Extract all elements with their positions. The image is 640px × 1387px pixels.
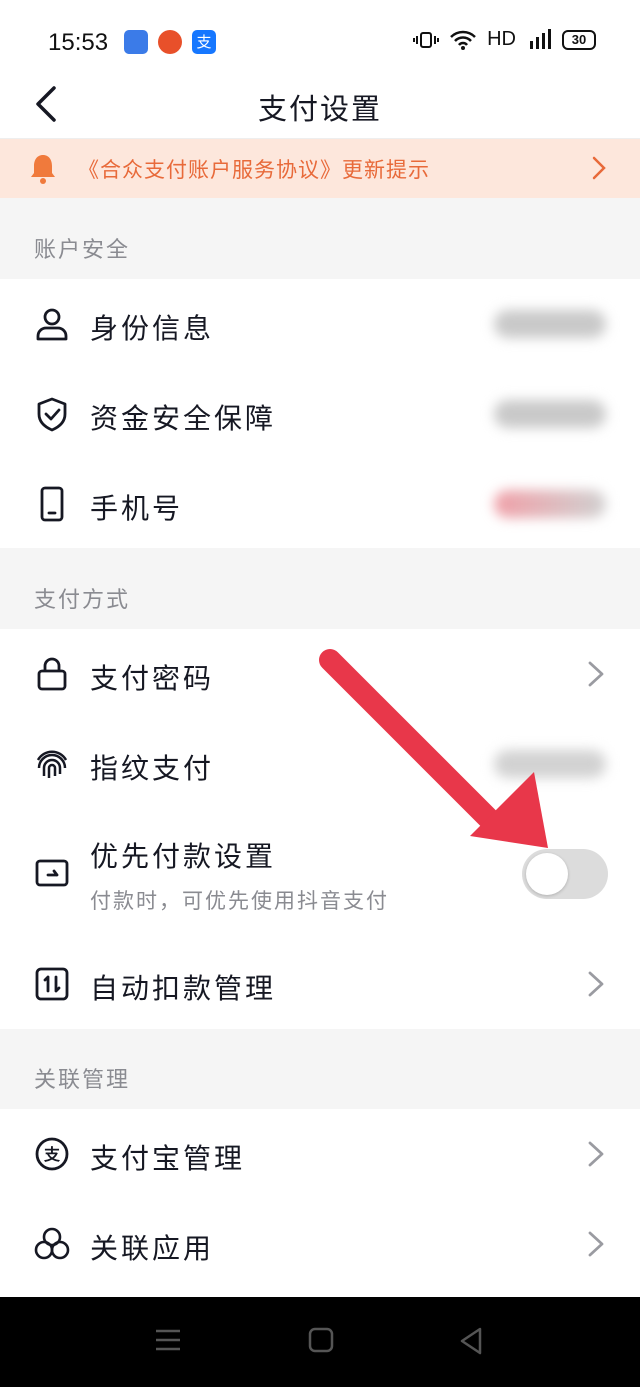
row-label: 支付宝管理	[90, 1142, 246, 1175]
chevron-right-icon	[588, 661, 604, 687]
lock-icon	[37, 657, 67, 691]
section-title-account-security: 账户安全	[34, 238, 131, 263]
row-auto-debit[interactable]: 自动扣款管理	[0, 939, 640, 1029]
menu-icon[interactable]	[154, 1327, 182, 1353]
row-label: 资金安全保障	[90, 402, 277, 435]
status-app-icons: 支	[124, 30, 216, 54]
blurred-value	[494, 400, 606, 428]
payment-methods-card: 支付密码 指纹支付 优先付款设置 付款时，可优先使用抖音支付 自动扣款管理	[0, 629, 640, 1029]
row-label: 身份信息	[90, 312, 215, 345]
section-title-payment-methods: 支付方式	[34, 588, 131, 613]
row-label: 支付密码	[90, 662, 215, 695]
priority-payment-toggle[interactable]	[522, 849, 608, 899]
toggle-knob	[526, 853, 568, 895]
app-notification-icon	[124, 30, 148, 54]
blurred-value	[494, 490, 606, 518]
home-icon[interactable]	[308, 1327, 334, 1353]
row-fund-security[interactable]: 资金安全保障	[0, 369, 640, 459]
alipay-icon: 支	[35, 1137, 69, 1171]
row-sublabel: 付款时，可优先使用抖音支付	[90, 889, 389, 913]
row-priority-payment: 优先付款设置 付款时，可优先使用抖音支付	[0, 809, 640, 939]
row-fingerprint-payment[interactable]: 指纹支付	[0, 719, 640, 809]
fingerprint-icon	[36, 750, 68, 778]
status-time: 15:53	[48, 29, 109, 56]
status-indicators: HD 30	[413, 28, 596, 51]
row-phone-number[interactable]: 手机号	[0, 459, 640, 549]
row-label: 指纹支付	[90, 752, 215, 785]
chevron-right-icon	[588, 971, 604, 997]
system-nav-bar	[0, 1297, 640, 1387]
phone-icon	[40, 486, 64, 522]
row-label: 关联应用	[90, 1232, 215, 1265]
network-label: HD	[487, 28, 516, 50]
blurred-value	[494, 310, 606, 338]
agreement-notice-banner[interactable]: 《合众支付账户服务协议》更新提示	[0, 139, 640, 198]
wallet-icon	[35, 859, 69, 887]
linked-management-card: 支 支付宝管理 关联应用	[0, 1109, 640, 1297]
row-label: 优先付款设置	[90, 840, 277, 873]
bell-icon	[31, 155, 55, 184]
row-alipay-management[interactable]: 支 支付宝管理	[0, 1109, 640, 1199]
chevron-right-icon	[588, 1141, 604, 1167]
svg-text:支: 支	[43, 1145, 61, 1164]
page-title: 支付设置	[257, 92, 382, 126]
shield-check-icon	[37, 397, 67, 432]
account-security-card: 身份信息 资金安全保障 手机号	[0, 279, 640, 548]
blurred-value	[494, 750, 606, 778]
battery-icon: 30	[562, 29, 596, 50]
signal-icon	[530, 28, 551, 49]
row-identity-info[interactable]: 身份信息	[0, 279, 640, 369]
row-payment-password[interactable]: 支付密码	[0, 629, 640, 719]
row-label: 自动扣款管理	[90, 972, 277, 1005]
app-notification-icon	[158, 30, 182, 54]
status-bar: 15:53 支 HD 30	[0, 0, 640, 80]
section-title-linked: 关联管理	[34, 1068, 131, 1093]
row-linked-apps[interactable]: 关联应用	[0, 1199, 640, 1289]
back-triangle-icon[interactable]	[458, 1327, 484, 1355]
wifi-icon	[450, 30, 476, 50]
alipay-notification-icon: 支	[192, 30, 216, 54]
chevron-right-icon	[588, 1231, 604, 1257]
vibrate-icon	[413, 31, 440, 48]
person-icon	[36, 308, 68, 341]
chevron-right-icon	[592, 156, 606, 180]
top-nav-bar: 支付设置	[0, 80, 640, 139]
notice-text: 《合众支付账户服务协议》更新提示	[78, 158, 430, 182]
auto-debit-icon	[35, 967, 69, 1001]
linked-apps-icon	[34, 1227, 70, 1260]
row-label: 手机号	[90, 492, 184, 525]
